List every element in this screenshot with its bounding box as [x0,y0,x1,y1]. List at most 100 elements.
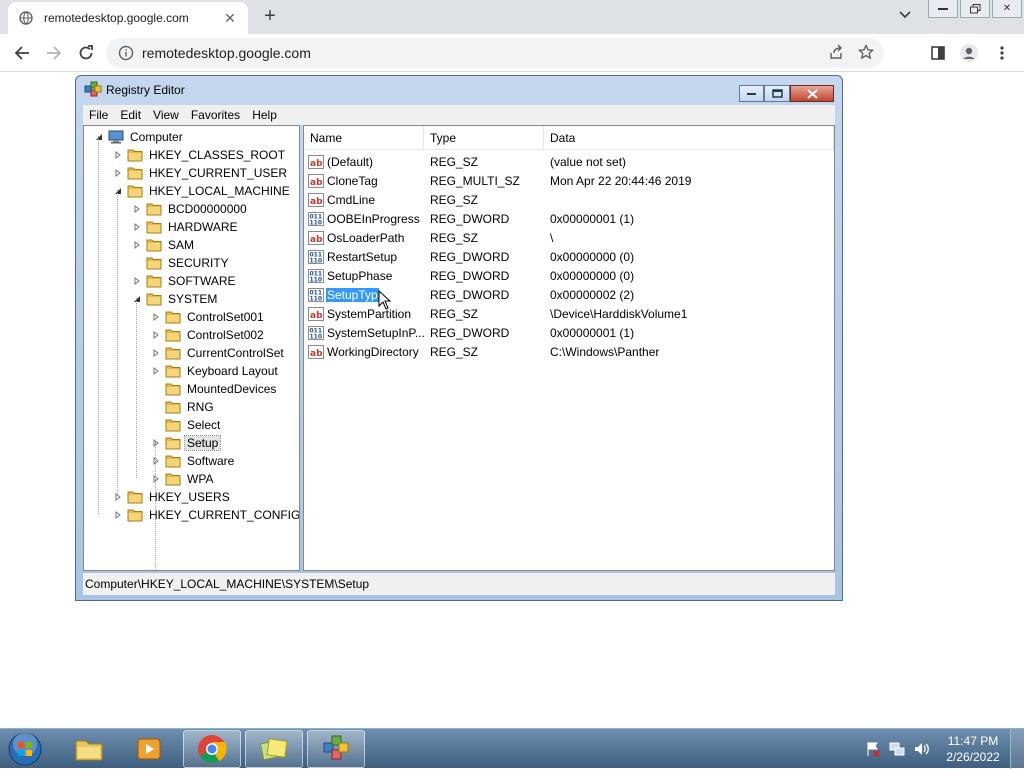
forward-arrow-icon[interactable] [42,41,66,65]
tree-expand-arrow-icon[interactable] [113,510,123,520]
site-info-icon[interactable] [118,45,134,61]
tab-search-icon[interactable] [896,8,914,26]
tree-expand-arrow-icon[interactable] [151,456,161,466]
list-item[interactable]: 011 110 SetupPhase REG_DWORD 0x00000000 (0) [304,266,834,285]
tree-node[interactable]: SAM [132,236,196,254]
value-name-cell[interactable]: ab CmdLine [308,190,424,209]
tree-expand-arrow-icon[interactable] [132,204,142,214]
list-item[interactable]: 011 110 OOBEInProgress REG_DWORD 0x00000001 … [304,209,834,228]
tree-node[interactable]: RNG [151,398,216,416]
tree-node[interactable]: HKEY_LOCAL_MACHINE [113,182,292,200]
tree-node[interactable]: HKEY_CURRENT_CONFIG [113,506,299,524]
registry-values-list[interactable]: Name Type Data ab (Default) REG_SZ (value n… [303,125,835,571]
list-item[interactable]: ab OsLoaderPath REG_SZ \ [304,228,834,247]
tree-node[interactable]: BCD00000000 [132,200,249,218]
tree-node[interactable]: ControlSet001 [151,308,266,326]
menu-edit[interactable]: Edit [114,108,147,122]
taskbar-clock[interactable]: 11:47 PM 2/26/2022 [936,733,1010,765]
back-arrow-icon[interactable] [10,41,34,65]
tree-node[interactable]: CurrentControlSet [151,344,286,362]
sticky-notes-taskbar-icon[interactable] [245,730,303,768]
value-name-cell[interactable]: 011 110 SystemSetupInP... [308,323,424,342]
maximize-button[interactable] [764,85,790,102]
regedit-taskbar-icon[interactable] [307,730,365,768]
tree-node[interactable]: Computer [94,128,185,146]
value-name-cell[interactable]: 011 110 RestartSetup [308,247,424,266]
tree-expand-arrow-icon[interactable] [151,366,161,376]
window-minimize-button[interactable] [928,0,958,18]
tree-node[interactable]: SYSTEM [132,290,219,308]
window-restore-button[interactable] [960,0,990,18]
tree-expand-arrow-icon[interactable] [132,276,142,286]
list-item[interactable]: 011 110 RestartSetup REG_DWORD 0x00000000 (0… [304,247,834,266]
tree-node[interactable]: SECURITY [132,254,231,272]
side-panel-icon[interactable] [926,41,950,65]
tree-collapse-arrow-icon[interactable] [132,294,142,304]
volume-icon[interactable] [912,740,930,758]
column-header-name[interactable]: Name [304,126,424,150]
tab-close-icon[interactable]: ✕ [222,10,238,27]
tree-node[interactable]: HKEY_CLASSES_ROOT [113,146,287,164]
tree-collapse-arrow-icon[interactable] [94,132,104,142]
value-name-cell[interactable]: 011 110 SetupTyp [308,285,424,304]
window-titlebar[interactable]: Registry Editor [76,76,842,104]
new-tab-button[interactable]: + [258,5,282,29]
value-name-cell[interactable]: ab OsLoaderPath [308,228,424,247]
tree-expand-arrow-icon[interactable] [151,312,161,322]
tree-expand-arrow-icon[interactable] [151,348,161,358]
tree-node[interactable]: Software [151,452,236,470]
value-name-cell[interactable]: ab (Default) [308,152,424,171]
tree-node[interactable]: Select [151,416,222,434]
tree-expand-arrow-icon[interactable] [132,222,142,232]
tree-node[interactable]: ControlSet002 [151,326,266,344]
action-center-flag-icon[interactable] [864,740,882,758]
tree-node[interactable]: HKEY_CURRENT_USER [113,164,289,182]
tree-expand-arrow-icon[interactable] [151,438,161,448]
value-name-cell[interactable]: 011 110 SetupPhase [308,266,424,285]
tree-node[interactable]: WPA [151,470,215,488]
column-header-type[interactable]: Type [424,126,544,150]
reload-icon[interactable] [74,41,98,65]
tree-expand-arrow-icon[interactable] [113,168,123,178]
menu-view[interactable]: View [147,108,185,122]
tree-node[interactable]: HARDWARE [132,218,240,236]
media-player-taskbar-icon[interactable] [120,730,178,768]
show-desktop-button[interactable] [1010,729,1024,769]
start-button[interactable] [6,731,44,767]
window-close-button[interactable]: ✕ [992,0,1022,18]
explorer-taskbar-icon[interactable] [60,730,118,768]
tree-node[interactable]: HKEY_USERS [113,488,232,506]
value-name-cell[interactable]: 011 110 OOBEInProgress [308,209,424,228]
profile-avatar-icon[interactable] [957,41,981,65]
chrome-taskbar-icon[interactable] [183,730,241,768]
value-name-cell[interactable]: ab WorkingDirectory [308,342,424,361]
tree-expand-arrow-icon[interactable] [151,474,161,484]
close-button[interactable] [790,85,834,102]
tree-node[interactable]: Keyboard Layout [151,362,280,380]
tree-expand-arrow-icon[interactable] [113,150,123,160]
tree-node[interactable]: MountedDevices [151,380,278,398]
value-name-cell[interactable]: ab CloneTag [308,171,424,190]
tree-node[interactable]: SOFTWARE [132,272,238,290]
tree-expand-arrow-icon[interactable] [151,330,161,340]
tree-expand-arrow-icon[interactable] [132,240,142,250]
column-header-data[interactable]: Data [544,126,834,150]
registry-tree[interactable]: Computer HKEY_CLASSES_ROOT HKEY_CURRENT_US… [83,125,300,571]
tree-expand-arrow-icon[interactable] [113,492,123,502]
tree-collapse-arrow-icon[interactable] [113,186,123,196]
list-item[interactable]: ab CloneTag REG_MULTI_SZ Mon Apr 22 20:44:4… [304,171,834,190]
tree-node[interactable]: Setup [151,434,222,452]
list-item[interactable]: 011 110 SystemSetupInP... REG_DWORD 0x000000… [304,323,834,342]
browser-tab[interactable]: remotedesktop.google.com ✕ [8,2,248,34]
menu-file[interactable]: File [83,108,114,122]
network-icon[interactable] [888,740,906,758]
minimize-button[interactable] [739,85,764,102]
list-item[interactable]: ab CmdLine REG_SZ [304,190,834,209]
share-icon[interactable] [828,43,844,63]
browser-menu-icon[interactable] [990,41,1014,65]
value-name-cell[interactable]: ab SystemPartition [308,304,424,323]
menu-help[interactable]: Help [246,108,283,122]
list-item[interactable]: ab WorkingDirectory REG_SZ C:\Windows\Panth… [304,342,834,361]
list-item[interactable]: ab (Default) REG_SZ (value not set) [304,152,834,171]
menu-favorites[interactable]: Favorites [185,108,246,122]
